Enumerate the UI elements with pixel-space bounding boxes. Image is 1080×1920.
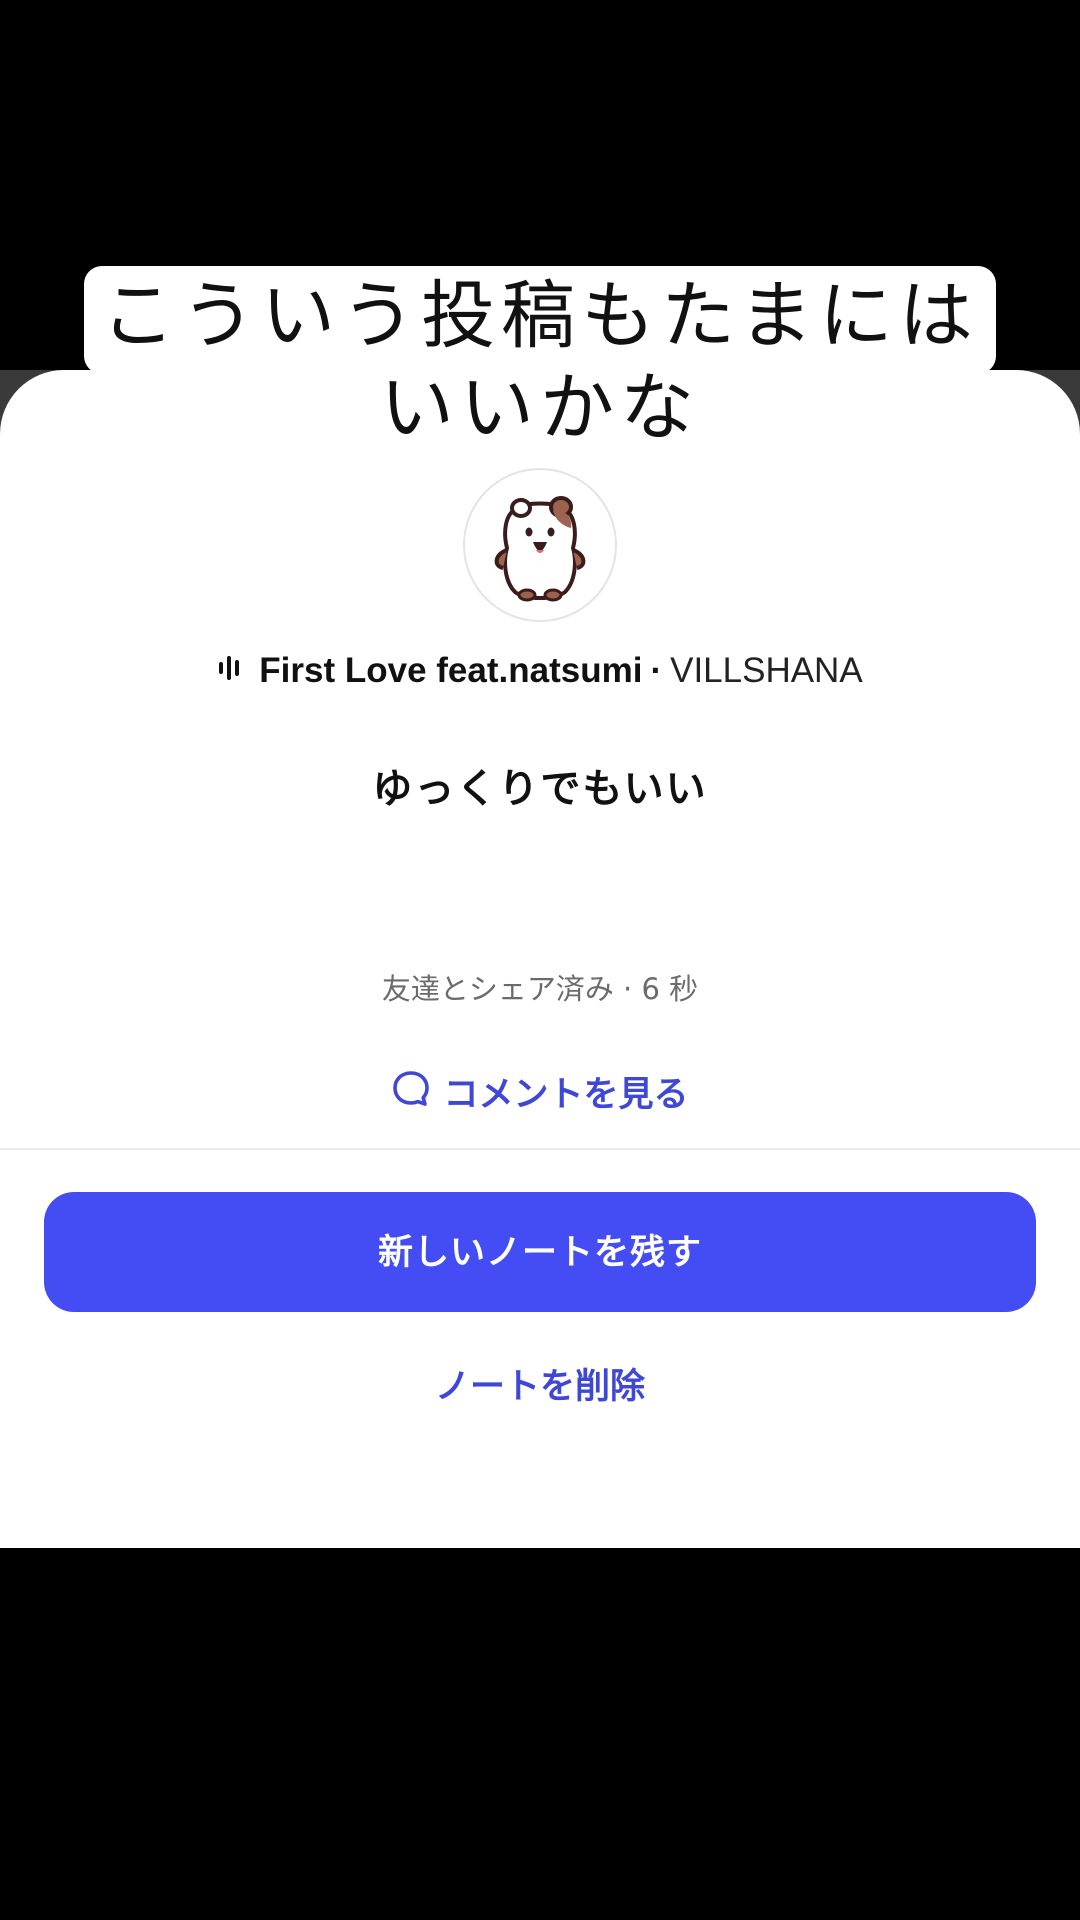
view-comments-label: コメントを見る (443, 1075, 689, 1115)
share-status: 友達とシェア済み · 6 秒 (381, 972, 699, 1006)
note-text: ゆっくりでもいい (372, 766, 708, 812)
caption-line-1: こういう投稿もたまには (101, 273, 979, 359)
divider (0, 1148, 1080, 1150)
audio-bars-icon (217, 645, 245, 695)
caption-line-2: いいかな (380, 365, 700, 451)
music-attachment[interactable]: First Love feat.natsumi · VILLSHANA (0, 646, 1080, 696)
leave-new-note-button[interactable]: 新しいノートを残す (44, 1192, 1036, 1312)
view-comments-button[interactable]: コメントを見る (0, 1066, 1080, 1118)
speech-bubble-icon (391, 1069, 431, 1118)
avatar[interactable] (463, 468, 617, 622)
music-separator: · (650, 651, 663, 690)
song-title: First Love feat.natsumi (259, 651, 643, 690)
screen: こういう投稿もたまには いいかな First Love feat.natsumi… (0, 0, 1080, 1920)
artist-name: VILLSHANA (670, 651, 863, 690)
caption-text: こういう投稿もたまには いいかな (84, 270, 996, 454)
delete-note-button[interactable]: ノートを削除 (0, 1358, 1080, 1409)
hamster-sticker-icon (494, 496, 586, 602)
